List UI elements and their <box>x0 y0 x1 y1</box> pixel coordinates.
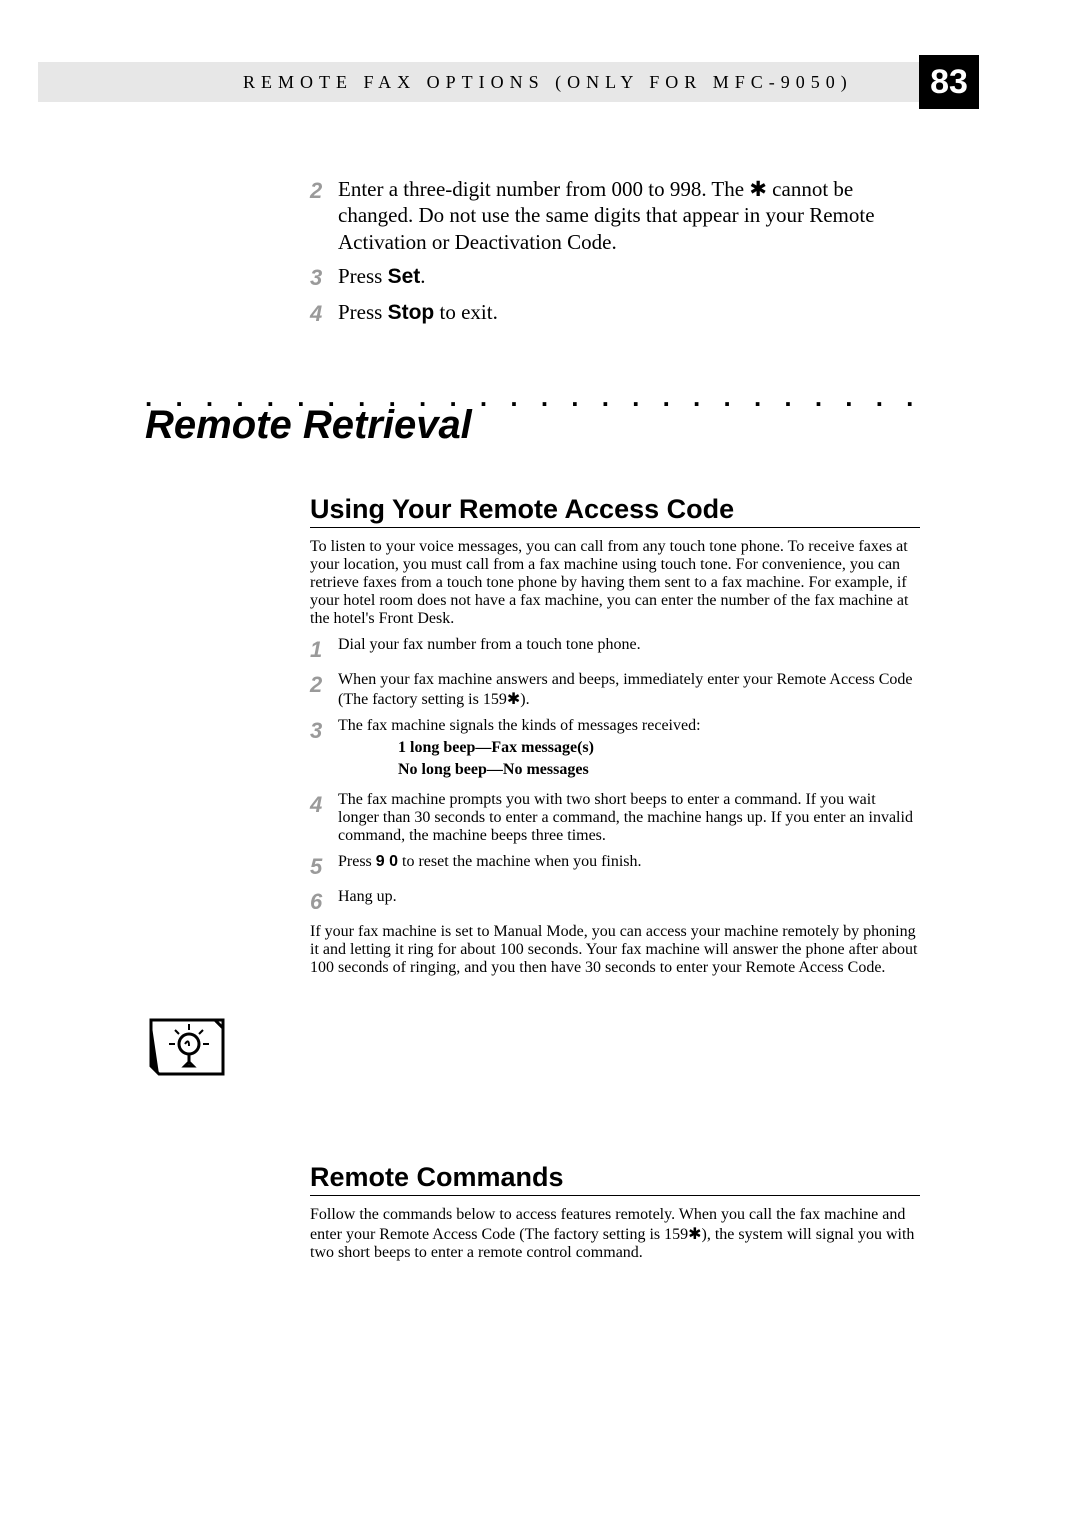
text: Press <box>338 264 388 288</box>
text: The fax machine signals the kinds of mes… <box>338 717 920 735</box>
page: REMOTE FAX OPTIONS (ONLY FOR MFC-9050) 8… <box>0 0 1080 1526</box>
body-paragraph: To listen to your voice messages, you ca… <box>310 538 920 628</box>
step-number: 4 <box>310 299 338 328</box>
step-6: 6 Hang up. <box>310 888 920 915</box>
step-number: 3 <box>310 717 338 783</box>
running-header: REMOTE FAX OPTIONS (ONLY FOR MFC-9050) <box>203 62 919 102</box>
step-2: 2 When your fax machine answers and beep… <box>310 671 920 709</box>
step-body: Press Stop to exit. <box>338 299 920 328</box>
text: to exit. <box>434 300 498 324</box>
bold-text: Set <box>388 265 421 288</box>
step-number: 2 <box>310 176 338 255</box>
running-title-text: REMOTE FAX OPTIONS (ONLY FOR MFC-9050) <box>243 72 853 93</box>
step-body: The fax machine signals the kinds of mes… <box>338 717 920 783</box>
step-2: 2 Enter a three-digit number from 000 to… <box>310 176 920 255</box>
page-number-box: 83 <box>919 55 979 109</box>
heading-rule <box>310 527 920 528</box>
page-number: 83 <box>930 63 968 102</box>
tip-icon <box>145 1016 225 1082</box>
step-body: When your fax machine answers and beeps,… <box>338 671 920 709</box>
step-5: 5 Press 9 0 to reset the machine when yo… <box>310 853 920 880</box>
step-3: 3 The fax machine signals the kinds of m… <box>310 717 920 783</box>
text: Press <box>338 300 388 324</box>
section-title: Remote Retrieval <box>145 403 472 448</box>
step-body: Press 9 0 to reset the machine when you … <box>338 853 920 880</box>
subsection-using-remote-code: Using Your Remote Access Code To listen … <box>310 494 920 977</box>
step-1: 1 Dial your fax number from a touch tone… <box>310 636 920 663</box>
heading-rule <box>310 1195 920 1196</box>
note-paragraph: If your fax machine is set to Manual Mod… <box>310 923 920 977</box>
text: Press <box>338 853 376 870</box>
subsection-remote-commands: Remote Commands Follow the commands belo… <box>310 1162 920 1262</box>
text: . <box>420 264 425 288</box>
subsection-heading: Using Your Remote Access Code <box>310 494 920 525</box>
header-gutter <box>38 62 203 102</box>
body-paragraph: Follow the commands below to access feat… <box>310 1206 920 1262</box>
signal-line-1: 1 long beep—Fax message(s) <box>398 739 920 757</box>
step-number: 3 <box>310 263 338 292</box>
step-3: 3 Press Set. <box>310 263 920 292</box>
step-number: 6 <box>310 888 338 915</box>
text: to reset the machine when you finish. <box>398 853 642 870</box>
step-number: 1 <box>310 636 338 663</box>
step-4: 4 Press Stop to exit. <box>310 299 920 328</box>
step-body: Press Set. <box>338 263 920 292</box>
subsection-heading: Remote Commands <box>310 1162 920 1193</box>
step-number: 2 <box>310 671 338 709</box>
step-number: 4 <box>310 791 338 845</box>
step-body: Dial your fax number from a touch tone p… <box>338 636 920 663</box>
intro-steps: 2 Enter a three-digit number from 000 to… <box>310 176 920 336</box>
step-body: Enter a three-digit number from 000 to 9… <box>338 176 920 255</box>
bold-text: 9 0 <box>376 853 398 870</box>
step-4: 4 The fax machine prompts you with two s… <box>310 791 920 845</box>
step-body: The fax machine prompts you with two sho… <box>338 791 920 845</box>
step-number: 5 <box>310 853 338 880</box>
bold-text: Stop <box>388 301 435 324</box>
signal-line-2: No long beep—No messages <box>398 761 920 779</box>
step-body: Hang up. <box>338 888 920 915</box>
